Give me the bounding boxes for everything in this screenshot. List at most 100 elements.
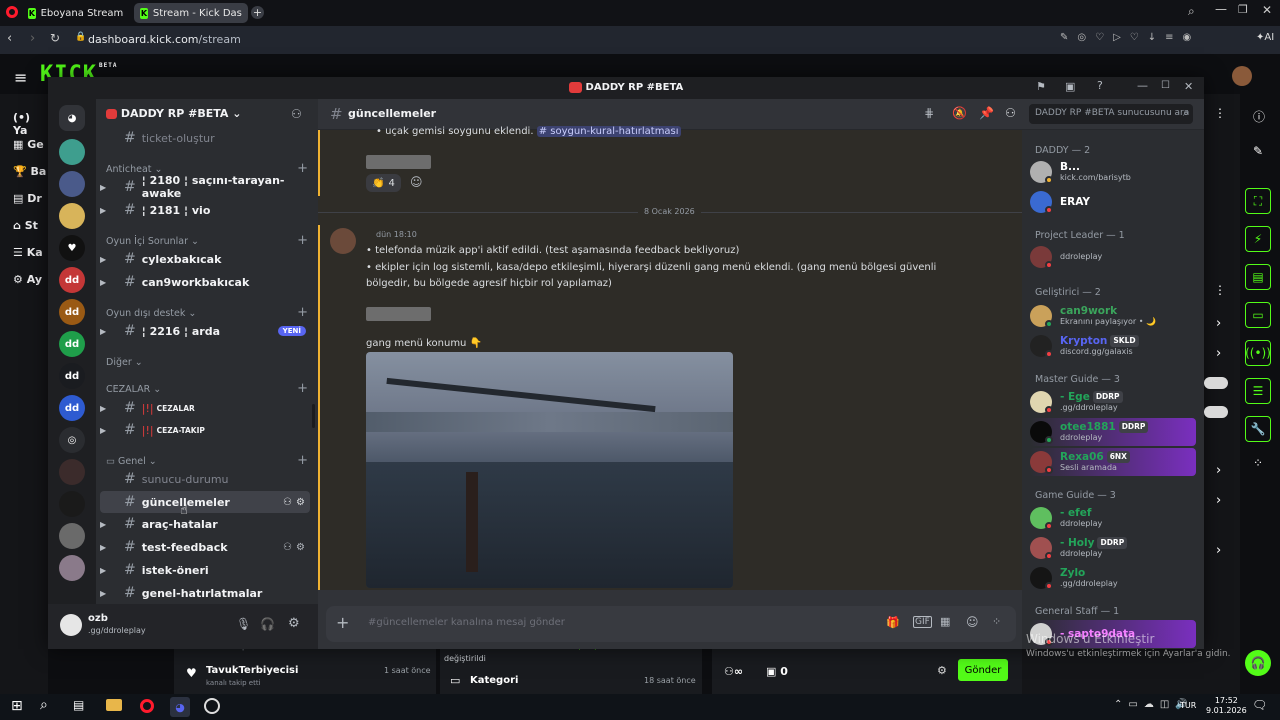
ai-button[interactable]: ✦AI (1256, 32, 1274, 43)
channel-settings-icon[interactable]: ⚙ (296, 497, 305, 508)
channel-2181[interactable]: ▶ # ¦ 2181 ¦ vio (100, 199, 310, 221)
add-channel-icon[interactable]: + (297, 381, 308, 396)
channel-sunucu-durumu[interactable]: # sunucu-durumu (100, 468, 310, 490)
forward-icon[interactable]: › (30, 31, 35, 46)
channel-istek-oneri[interactable]: ▶ # istek-öneri (100, 559, 310, 581)
server-icon[interactable]: ◎ (59, 427, 85, 453)
apps-icon[interactable]: ⁘ (992, 615, 1001, 628)
channel-genel-hatirlatmalar[interactable]: ▶ # genel-hatırlatmalar (100, 582, 310, 604)
back-icon[interactable]: ‹ (7, 31, 12, 46)
notification-icon[interactable]: 🗨 (1252, 698, 1267, 712)
server-ddrp-icon[interactable]: dd (59, 299, 85, 325)
opera-logo-icon[interactable] (6, 6, 18, 18)
member-item[interactable]: - efef ddroleplay (1030, 504, 1196, 532)
sidebar-item-st[interactable]: ⌂ St (13, 219, 38, 232)
help-icon[interactable]: ? (1097, 79, 1103, 92)
channel-can9work[interactable]: ▶ # can9workbakıcak (100, 271, 310, 293)
clock[interactable]: 17:52 9.01.2026 (1206, 696, 1247, 716)
member-item[interactable]: B... kick.com/barisytb (1030, 158, 1196, 186)
sidebar-item-ka[interactable]: ☰ Ka (13, 246, 43, 259)
category-oyun-disi[interactable]: Oyun dışı destek ⌄ (106, 308, 196, 319)
opera-icon[interactable] (140, 699, 154, 713)
discord-maximize-icon[interactable]: ☐ (1161, 80, 1170, 91)
server-icon[interactable] (59, 171, 85, 197)
discord-icon[interactable]: ◕ (170, 697, 190, 717)
sidebar-item-yayin[interactable]: (•) Ya (13, 111, 48, 137)
maximize-window-icon[interactable]: ❐ (1238, 3, 1248, 16)
member-item[interactable]: - Ege DDRP .gg/ddroleplay (1030, 388, 1196, 416)
chevron-right-icon[interactable]: › (1216, 493, 1221, 508)
member-item[interactable]: Rexa06 6NX Sesli aramada (1030, 448, 1196, 476)
invite-icon[interactable]: ⚇ (283, 497, 292, 508)
task-view-icon[interactable]: ▤ (73, 698, 84, 712)
server-ddrp-icon[interactable]: dd (59, 363, 85, 389)
close-window-icon[interactable]: ✕ (1262, 3, 1272, 17)
more-tools-icon[interactable]: ⁘ (1253, 456, 1263, 470)
mute-icon[interactable]: 🔕 (952, 106, 967, 120)
broadcast-tool-button[interactable]: ((•)) (1245, 340, 1271, 366)
reload-icon[interactable]: ↻ (50, 31, 60, 45)
new-tab-icon[interactable]: + (251, 6, 264, 19)
headphones-icon[interactable]: 🎧 (260, 617, 275, 631)
support-button[interactable]: 🎧 (1245, 650, 1271, 676)
author-avatar[interactable] (330, 228, 356, 254)
channel-ceza-takip[interactable]: ▶ # |!| CEZA-TAKIP (100, 419, 310, 441)
tab-eboyana[interactable]: K Eboyana Stream - Watch (22, 3, 132, 23)
reaction-clap[interactable]: 👏 4 (366, 174, 401, 192)
server-icon[interactable] (59, 523, 85, 549)
category-cezalar[interactable]: CEZALAR ⌄ (106, 384, 161, 395)
discord-close-icon[interactable]: ✕ (1184, 80, 1193, 93)
send-chat-button[interactable]: Gönder (958, 659, 1008, 681)
member-list-icon[interactable]: ⚇ (1005, 106, 1016, 120)
channel-test-feedback[interactable]: ▶ # test-feedback ⚇ ⚙ (100, 536, 310, 558)
more-options-icon[interactable]: ⋮ (1214, 106, 1226, 120)
search-icon[interactable]: ⌕ (40, 697, 48, 713)
server-ddrp-icon[interactable]: dd (59, 267, 85, 293)
add-channel-icon[interactable]: + (297, 305, 308, 320)
add-channel-icon[interactable]: + (297, 453, 308, 468)
add-member-icon[interactable]: ⚇ (291, 107, 302, 121)
member-item[interactable]: Krypton SKLD discord.gg/galaxis (1030, 332, 1196, 360)
member-item[interactable]: can9work Ekranını paylaşıyor • 🌙 (1030, 302, 1196, 330)
server-ddrp-icon[interactable]: dd (59, 331, 85, 357)
channel-ticket[interactable]: # ticket-oluştur (100, 127, 310, 149)
server-icon[interactable] (59, 555, 85, 581)
edit-icon[interactable]: ✎ (1253, 144, 1263, 158)
file-explorer-icon[interactable] (106, 699, 122, 711)
invite-icon[interactable]: ⚇ (283, 542, 292, 553)
channel-2216[interactable]: ▶ # ¦ 2216 ¦ arda YENİ (100, 320, 310, 342)
threads-icon[interactable]: ⋕ (924, 106, 934, 120)
inbox-icon[interactable]: ▣ (1065, 80, 1075, 93)
server-ddrp-icon[interactable]: dd (59, 395, 85, 421)
search-input[interactable]: DADDY RP #BETA sunucusunu ara ⌕ (1029, 104, 1193, 124)
sticker-icon[interactable]: ▦ (940, 615, 950, 628)
chevron-right-icon[interactable]: › (1216, 463, 1221, 478)
chat-tool-button[interactable]: ▭ (1245, 302, 1271, 328)
notes-tool-button[interactable]: ▤ (1245, 264, 1271, 290)
server-heart-icon[interactable]: ♥ (59, 235, 85, 261)
sidebar-item-dr[interactable]: ▤ Dr (13, 192, 42, 205)
category-oyun-ici[interactable]: Oyun İçi Sorunlar ⌄ (106, 236, 199, 247)
pin-icon[interactable]: 📌 (979, 106, 994, 120)
user-settings-icon[interactable]: ⚙ (288, 616, 300, 631)
server-icon[interactable] (59, 491, 85, 517)
minimize-window-icon[interactable]: — (1215, 2, 1227, 16)
layout-tool-button[interactable]: ⛶ (1245, 188, 1271, 214)
hamburger-menu-icon[interactable]: ≡ (14, 68, 27, 87)
channel-cezalar[interactable]: ▶ # |!| CEZALAR (100, 397, 310, 419)
gift-counter[interactable]: ▣ 0 (766, 665, 788, 678)
add-channel-icon[interactable]: + (297, 233, 308, 248)
search-tabs-icon[interactable]: ⌕ (1188, 4, 1195, 19)
url-text[interactable]: dashboard.kick.com/stream (88, 33, 241, 46)
member-item[interactable]: otee1881 DDRP ddroleplay (1030, 418, 1196, 446)
chevron-right-icon[interactable]: › (1216, 543, 1221, 558)
channel-scrollbar[interactable] (312, 404, 315, 428)
browser-toolbar-icons[interactable]: ✎◎♡▷♡↓≡◉ (1060, 32, 1200, 43)
member-item[interactable]: ERAY (1030, 188, 1196, 216)
obs-icon[interactable] (204, 698, 220, 714)
gang-menu-screenshot[interactable] (366, 352, 733, 588)
channel-cylex[interactable]: ▶ # cylexbakıcak (100, 248, 310, 270)
info-icon[interactable]: ⓘ (1253, 108, 1265, 125)
sidebar-item-ge[interactable]: ▦ Ge (13, 138, 44, 151)
category-genel[interactable]: ▭ Genel ⌄ (106, 456, 157, 467)
